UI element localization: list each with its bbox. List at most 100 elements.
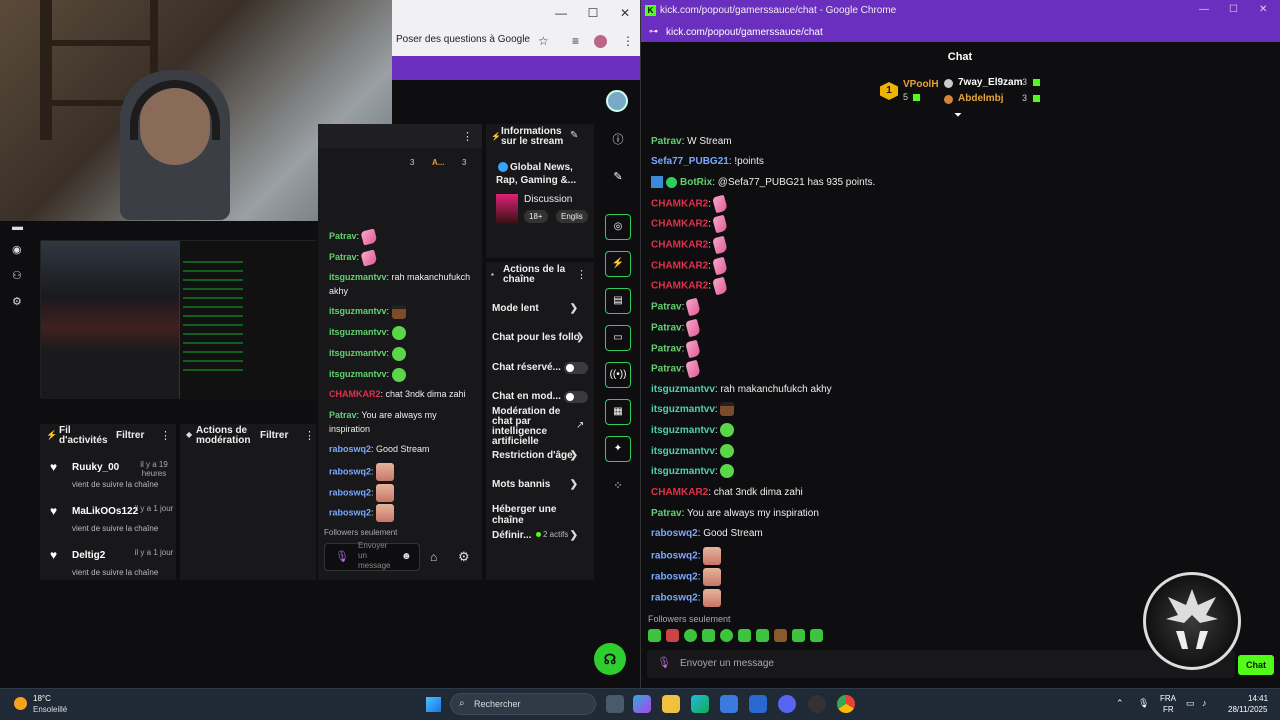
chat-username[interactable]: Patrav bbox=[329, 252, 357, 262]
sidebar-camera-icon[interactable]: ◉ bbox=[12, 243, 22, 256]
chat-username[interactable]: itsguzmantvv bbox=[329, 306, 387, 316]
chat-username[interactable]: Patrav bbox=[651, 136, 682, 147]
chat-username[interactable]: Patrav bbox=[651, 344, 682, 355]
chat-username[interactable]: Patrav bbox=[651, 364, 682, 375]
emote-icon[interactable] bbox=[702, 629, 715, 642]
task-view-icon[interactable] bbox=[606, 695, 624, 713]
start-windows-icon[interactable] bbox=[426, 697, 441, 712]
chat-menu-icon[interactable]: ⋮ bbox=[462, 130, 473, 143]
chat-settings-icon[interactable]: ⚙ bbox=[458, 549, 470, 565]
chat-username[interactable]: raboswq2 bbox=[651, 572, 698, 583]
emote-icon[interactable] bbox=[738, 629, 751, 642]
maximize-button[interactable]: ☐ bbox=[1229, 4, 1238, 15]
chat-username[interactable]: itsguzmantvv bbox=[651, 446, 715, 457]
support-headset-button[interactable]: ☊ bbox=[594, 643, 626, 675]
chat-username[interactable]: itsguzmantvv bbox=[329, 369, 387, 379]
weather-sun-icon[interactable] bbox=[14, 697, 27, 710]
notes-tool-icon[interactable]: ▤ bbox=[605, 288, 631, 314]
chat-username[interactable]: CHAMKAR2 bbox=[651, 199, 708, 210]
chat-username[interactable]: Sefa77_PUBG21 bbox=[651, 156, 729, 167]
store-app-icon[interactable] bbox=[720, 695, 738, 713]
chat-username[interactable]: itsguzmantvv bbox=[651, 466, 715, 477]
slow-mode-item[interactable]: Mode lent ❯ bbox=[492, 303, 588, 314]
activity-user[interactable]: Deltig2 bbox=[72, 550, 105, 561]
emote-icon[interactable] bbox=[720, 629, 733, 642]
close-button[interactable]: ✕ bbox=[1259, 4, 1267, 15]
tray-mic-icon[interactable]: 🎙 bbox=[1138, 698, 1149, 709]
wrench-tool-icon[interactable]: ✦ bbox=[605, 436, 631, 462]
chat-username[interactable]: CHAMKAR2 bbox=[651, 240, 708, 251]
discord-icon[interactable] bbox=[778, 695, 796, 713]
chat-username[interactable]: Patrav bbox=[651, 508, 682, 519]
leader-third-user[interactable]: Abdelmbj bbox=[958, 93, 1004, 104]
ask-google-button[interactable]: Poser des questions à Google bbox=[396, 34, 530, 45]
volume-icon[interactable]: ♪ bbox=[1202, 698, 1207, 708]
chat-username[interactable]: itsguzmantvv bbox=[651, 425, 715, 436]
chat-username[interactable]: CHAMKAR2 bbox=[651, 219, 708, 230]
chat-username[interactable]: CHAMKAR2 bbox=[329, 389, 381, 399]
mod-mode-toggle[interactable] bbox=[564, 391, 588, 403]
edit-icon[interactable]: ✎ bbox=[570, 130, 578, 141]
site-info-icon[interactable]: ⊶ bbox=[649, 26, 658, 37]
clock-date[interactable]: 28/11/2025 bbox=[1228, 705, 1267, 714]
camera-tool-icon[interactable]: ◎ bbox=[605, 214, 631, 240]
emoji-icon[interactable]: ☻ bbox=[401, 551, 412, 562]
edge-icon[interactable] bbox=[691, 695, 709, 713]
minimize-button[interactable]: — bbox=[1199, 4, 1209, 15]
edit-pencil-icon[interactable]: ✎ bbox=[605, 165, 631, 191]
activity-filter-button[interactable]: Filtrer bbox=[116, 430, 144, 441]
chat-username[interactable]: itsguzmantvv bbox=[329, 327, 387, 337]
keyboard-layout[interactable]: FR bbox=[1163, 705, 1174, 714]
profile-avatar-icon[interactable] bbox=[594, 35, 607, 48]
bookmark-star-icon[interactable]: ☆ bbox=[538, 34, 549, 48]
chat-tool-icon[interactable]: ▭ bbox=[605, 325, 631, 351]
chrome-icon[interactable] bbox=[837, 695, 855, 713]
language-indicator[interactable]: FRA bbox=[1160, 694, 1176, 703]
chat-username[interactable]: raboswq2 bbox=[329, 444, 371, 454]
taskbar-search[interactable]: ⌕ bbox=[450, 693, 596, 715]
banned-words-item[interactable]: Mots bannis ❯ bbox=[492, 479, 588, 490]
store-icon[interactable]: ⌂ bbox=[430, 550, 437, 564]
copilot-icon[interactable] bbox=[633, 695, 651, 713]
stream-preview[interactable] bbox=[40, 240, 317, 399]
sidebar-users-icon[interactable]: ⚇ bbox=[12, 269, 22, 282]
chat-username[interactable]: Patrav bbox=[651, 302, 682, 313]
chat-username[interactable]: raboswq2 bbox=[329, 507, 371, 517]
mic-icon[interactable]: 🎙 bbox=[657, 656, 671, 669]
collapse-icon[interactable]: ⏷ bbox=[954, 110, 962, 121]
host-channel-item[interactable]: Héberger une chaîne bbox=[492, 504, 588, 526]
chat-username[interactable]: CHAMKAR2 bbox=[651, 261, 708, 272]
channel-menu-icon[interactable]: ⋮ bbox=[576, 268, 587, 281]
chat-username[interactable]: itsguzmantvv bbox=[651, 404, 715, 415]
activity-menu-icon[interactable]: ⋮ bbox=[160, 429, 171, 442]
chat-username[interactable]: CHAMKAR2 bbox=[651, 281, 708, 292]
emote-icon[interactable] bbox=[756, 629, 769, 642]
emote-icon[interactable] bbox=[774, 629, 787, 642]
chat-username[interactable]: raboswq2 bbox=[651, 528, 698, 539]
media-icon[interactable]: ≡ bbox=[572, 34, 579, 48]
clock-time[interactable]: 14:41 bbox=[1248, 694, 1268, 703]
address-text[interactable]: kick.com/popout/gamerssauce/chat bbox=[666, 27, 823, 38]
emote-icon[interactable] bbox=[648, 629, 661, 642]
tray-chevron-icon[interactable]: ⌃ bbox=[1116, 698, 1124, 709]
info-icon[interactable]: ⓘ bbox=[605, 128, 631, 154]
reserved-chat-toggle[interactable] bbox=[564, 362, 588, 374]
chat-username[interactable]: Patrav bbox=[329, 410, 357, 420]
obs-icon[interactable] bbox=[808, 695, 826, 713]
age-restriction-item[interactable]: Restriction d'âge ❯ bbox=[492, 450, 588, 461]
ai-mod-item[interactable]: Modération de chat par intelligence arti… bbox=[492, 407, 562, 447]
chat-username[interactable]: Patrav bbox=[329, 231, 357, 241]
more-tools-icon[interactable]: ⁘ bbox=[605, 474, 631, 500]
chat-username[interactable]: CHAMKAR2 bbox=[651, 487, 708, 498]
layout-tool-icon[interactable]: ▦ bbox=[605, 399, 631, 425]
emote-icon[interactable] bbox=[810, 629, 823, 642]
outlook-icon[interactable] bbox=[749, 695, 767, 713]
category-name[interactable]: Discussion bbox=[524, 194, 572, 205]
emote-icon[interactable] bbox=[792, 629, 805, 642]
chat-username[interactable]: raboswq2 bbox=[329, 466, 371, 476]
file-explorer-icon[interactable] bbox=[662, 695, 680, 713]
chat-username[interactable]: BotRix bbox=[680, 177, 712, 188]
followers-chat-item[interactable]: Chat pour les follo bbox=[492, 332, 588, 343]
network-icon[interactable]: ▭ bbox=[1186, 698, 1195, 709]
emote-icon[interactable] bbox=[666, 629, 679, 642]
